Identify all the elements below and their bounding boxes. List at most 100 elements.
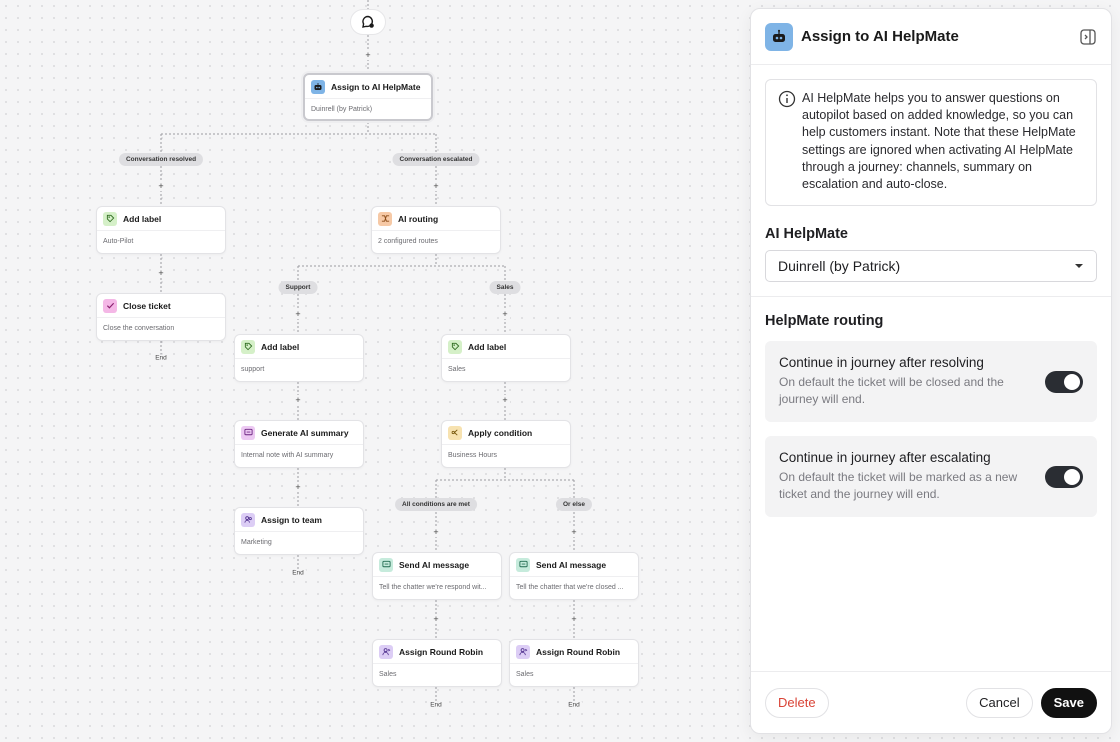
summary-icon <box>241 425 255 440</box>
node-subtitle: Internal note with AI summary <box>241 452 334 459</box>
node-title: Add label <box>123 213 162 224</box>
add-step-button[interactable]: + <box>293 309 303 319</box>
delete-button[interactable]: Delete <box>765 687 829 718</box>
node-subtitle: Marketing <box>241 539 272 546</box>
node-send-ai-message[interactable]: Send AI message Tell the chatter that we… <box>509 552 639 600</box>
toggle-title: Continue in journey after escalating <box>779 450 991 466</box>
divider <box>751 296 1111 298</box>
end-marker: End <box>153 354 169 362</box>
node-subtitle: Duinrell (by Patrick) <box>311 106 373 113</box>
toggle-card-escalating: Continue in journey after escalating On … <box>765 436 1097 518</box>
branch-label-resolved: Conversation resolved <box>118 153 204 166</box>
journey-start-node[interactable] <box>350 9 386 35</box>
add-step-button[interactable]: + <box>569 527 579 537</box>
chat-bubble-icon <box>362 15 374 28</box>
node-add-label-autopilot[interactable]: Add label Auto-Pilot <box>96 206 226 254</box>
add-step-button[interactable]: + <box>293 482 303 492</box>
add-step-button[interactable]: + <box>156 268 166 278</box>
node-title: Assign to AI HelpMate <box>331 81 421 92</box>
node-assign-ai-helpmate[interactable]: Assign to AI HelpMate Duinrell (by Patri… <box>303 73 433 121</box>
add-step-button[interactable]: + <box>500 395 510 405</box>
node-subtitle: 2 configured routes <box>378 238 438 245</box>
node-title: Assign Round Robin <box>399 646 484 657</box>
toggle-title: Continue in journey after resolving <box>779 355 984 371</box>
toggle-card-resolving: Continue in journey after resolving On d… <box>765 341 1097 423</box>
check-icon <box>103 298 117 313</box>
node-generate-ai-summary[interactable]: Generate AI summary Internal note with A… <box>234 420 364 468</box>
user-assign-icon <box>516 644 530 659</box>
node-subtitle: Auto-Pilot <box>103 238 134 245</box>
add-step-button[interactable]: + <box>569 614 579 624</box>
panel-header: Assign to AI HelpMate <box>751 9 1111 65</box>
node-title: Send AI message <box>536 559 607 570</box>
save-button[interactable]: Save <box>1040 687 1097 718</box>
robot-icon <box>765 22 793 51</box>
helpmate-label: AI HelpMate <box>765 226 848 243</box>
node-title: Generate AI summary <box>261 427 349 438</box>
node-close-ticket[interactable]: Close ticket Close the conversation <box>96 293 226 341</box>
branch-label-escalated: Conversation escalated <box>392 153 480 166</box>
journey-canvas[interactable]: + + + + + + + + + + + + + End End End En… <box>0 0 750 742</box>
add-step-button[interactable]: + <box>500 309 510 319</box>
end-marker: End <box>428 701 444 709</box>
message-icon <box>379 557 393 572</box>
user-assign-icon <box>379 644 393 659</box>
add-step-button[interactable]: + <box>363 50 373 60</box>
add-step-button[interactable]: + <box>156 181 166 191</box>
node-subtitle: Sales <box>379 671 397 678</box>
continue-after-resolving-toggle[interactable] <box>1045 370 1083 393</box>
team-icon <box>241 512 255 527</box>
cancel-button[interactable]: Cancel <box>966 687 1033 718</box>
branch-label-sales: Sales <box>489 281 521 294</box>
add-step-button[interactable]: + <box>431 181 441 191</box>
helpmate-select-value: Duinrell (by Patrick) <box>778 258 901 275</box>
branch-label-support: Support <box>278 281 318 294</box>
panel-footer: Delete Cancel Save <box>751 671 1111 733</box>
routing-label: HelpMate routing <box>765 313 884 330</box>
node-title: Assign Round Robin <box>536 646 621 657</box>
tag-icon <box>103 211 117 226</box>
node-title: Add label <box>261 341 300 352</box>
node-assign-round-robin[interactable]: Assign Round Robin Sales <box>509 639 639 687</box>
node-subtitle: Tell the chatter we're respond wit... <box>379 584 487 591</box>
collapse-panel-icon[interactable] <box>1079 28 1097 46</box>
tag-icon <box>448 339 462 354</box>
node-title: Close ticket <box>123 300 171 311</box>
caret-down-icon <box>1075 264 1083 269</box>
node-subtitle: Business Hours <box>448 452 498 459</box>
node-ai-routing[interactable]: AI routing 2 configured routes <box>371 206 501 254</box>
branch-label-else: Or else <box>555 498 593 511</box>
node-subtitle: Sales <box>516 671 534 678</box>
tag-icon <box>241 339 255 354</box>
node-apply-condition[interactable]: Apply condition Business Hours <box>441 420 571 468</box>
info-box: AI HelpMate helps you to answer question… <box>765 79 1097 207</box>
node-add-label-support[interactable]: Add label support <box>234 334 364 382</box>
node-title: Add label <box>468 341 507 352</box>
node-subtitle: Tell the chatter that we're closed ... <box>516 584 624 591</box>
node-send-ai-message[interactable]: Send AI message Tell the chatter we're r… <box>372 552 502 600</box>
routing-icon <box>378 211 392 226</box>
branch-label-conditions-met: All conditions are met <box>395 498 477 511</box>
end-marker: End <box>290 569 306 577</box>
node-assign-team[interactable]: Assign to team Marketing <box>234 507 364 555</box>
continue-after-escalating-toggle[interactable] <box>1045 465 1083 488</box>
end-marker: End <box>566 701 582 709</box>
node-title: Assign to team <box>261 514 322 525</box>
add-step-button[interactable]: + <box>293 395 303 405</box>
helpmate-select[interactable]: Duinrell (by Patrick) <box>765 250 1097 283</box>
info-text: AI HelpMate helps you to answer question… <box>802 91 1076 192</box>
node-title: Send AI message <box>399 559 470 570</box>
add-step-button[interactable]: + <box>431 527 441 537</box>
toggle-description: On default the ticket will be marked as … <box>779 470 1018 502</box>
condition-icon <box>448 425 462 440</box>
message-icon <box>516 557 530 572</box>
node-assign-round-robin[interactable]: Assign Round Robin Sales <box>372 639 502 687</box>
node-add-label-sales[interactable]: Add label Sales <box>441 334 571 382</box>
toggle-description: On default the ticket will be closed and… <box>779 375 1004 407</box>
panel-title: Assign to AI HelpMate <box>801 28 959 45</box>
node-title: Apply condition <box>468 427 533 438</box>
node-title: AI routing <box>398 213 439 224</box>
add-step-button[interactable]: + <box>431 614 441 624</box>
node-subtitle: Sales <box>448 366 466 373</box>
node-subtitle: support <box>241 366 265 373</box>
